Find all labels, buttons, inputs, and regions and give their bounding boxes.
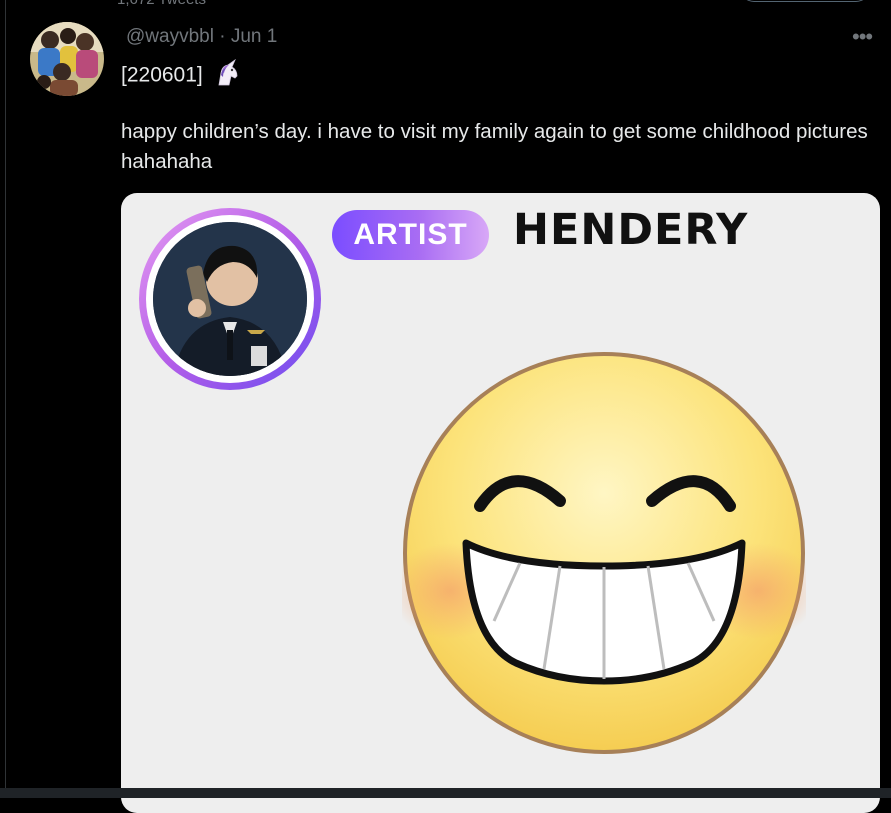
profile-action-button-partial[interactable] bbox=[740, 0, 870, 2]
tweet-date[interactable]: Jun 1 bbox=[231, 26, 277, 47]
grinning-face-icon bbox=[390, 351, 818, 755]
window-bottom-bar bbox=[0, 788, 891, 798]
tweet-date-tag: [220601] bbox=[121, 63, 203, 87]
profile-ring bbox=[139, 208, 321, 390]
timeline-border bbox=[5, 0, 6, 798]
tweet-body: happy children’s day. i have to visit my… bbox=[121, 120, 868, 173]
more-horizontal-icon[interactable]: ••• bbox=[852, 24, 873, 50]
tweet-meta: @wayvbbl · Jun 1 bbox=[126, 26, 277, 48]
tweet-title-line: [220601] bbox=[121, 58, 241, 93]
author-avatar[interactable] bbox=[30, 22, 104, 96]
artist-name: HENDERY bbox=[513, 205, 749, 255]
unicorn-icon bbox=[213, 58, 241, 93]
artist-badge: ARTIST bbox=[332, 210, 489, 260]
artist-photo bbox=[153, 222, 307, 376]
tweet-media[interactable]: ARTIST HENDERY bbox=[121, 193, 880, 813]
author-handle[interactable]: @wayvbbl bbox=[126, 26, 214, 47]
meta-separator: · bbox=[219, 26, 226, 47]
profile-tweet-count: 1,672 Tweets bbox=[117, 0, 206, 8]
